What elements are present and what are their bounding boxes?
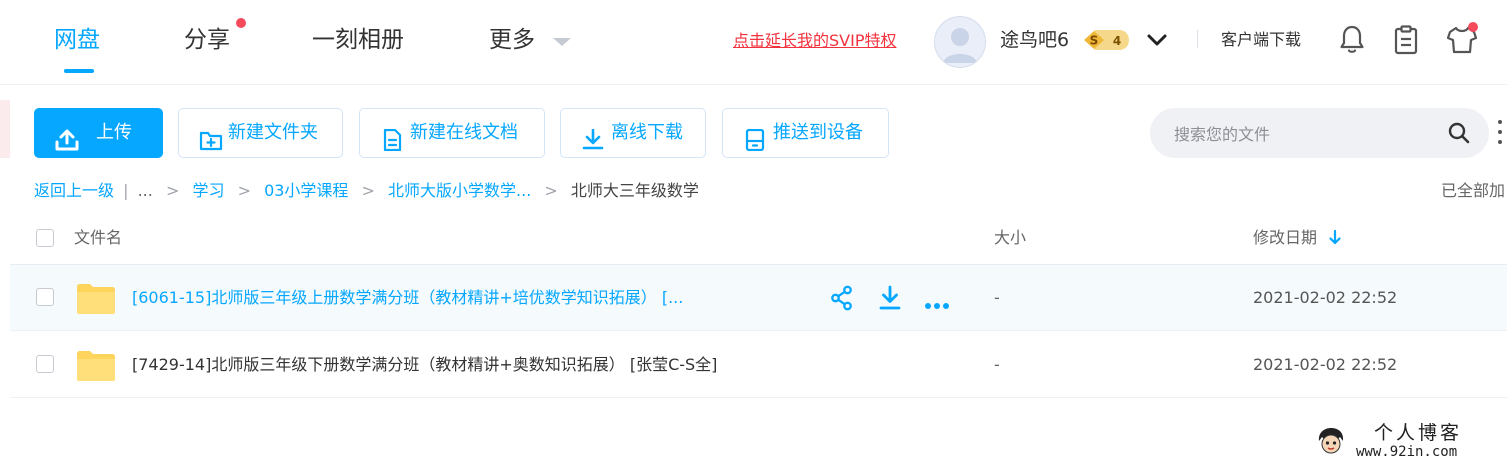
breadcrumb-separator: > — [544, 181, 558, 200]
vip-badge-icon[interactable]: S 4 — [1083, 28, 1133, 56]
breadcrumb-item-primary-course[interactable]: 03小学课程 — [264, 180, 348, 202]
share-icon[interactable] — [830, 285, 854, 315]
download-icon[interactable] — [878, 285, 902, 315]
folder-icon — [76, 348, 116, 386]
file-size: - — [994, 288, 1000, 307]
row-checkbox[interactable] — [36, 288, 54, 306]
skin-notification-dot — [1468, 22, 1478, 32]
file-size: - — [994, 355, 1000, 374]
device-icon — [743, 122, 767, 170]
breadcrumb-separator: > — [165, 181, 180, 200]
more-caret-icon[interactable] — [553, 38, 571, 46]
column-header-date[interactable]: 修改日期 — [1253, 227, 1342, 253]
svip-renew-link[interactable]: 点击延长我的SVIP特权 — [733, 30, 896, 52]
search-icon[interactable] — [1447, 121, 1471, 149]
left-edge-panel — [0, 100, 10, 158]
top-navigation-bar: 网盘 分享 一刻相册 更多 点击延长我的SVIP特权 途鸟吧6 S 4 客户端下… — [0, 0, 1507, 85]
tab-more[interactable]: 更多 — [489, 24, 535, 56]
folder-icon — [76, 281, 116, 319]
upload-icon — [55, 122, 79, 170]
download-icon — [581, 122, 605, 170]
breadcrumb-item-bnu-math[interactable]: 北师大版小学数学... — [388, 180, 531, 202]
breadcrumb-ellipsis[interactable]: ... — [138, 180, 153, 202]
clipboard-icon[interactable] — [1393, 25, 1419, 59]
active-tab-indicator — [64, 69, 94, 73]
watermark-url: www.92in.com — [1356, 444, 1458, 460]
offline-download-button[interactable]: 离线下载 — [560, 108, 706, 158]
watermark-title: 个人博客 — [1374, 422, 1463, 444]
vip-level: 4 — [1113, 34, 1121, 48]
username[interactable]: 途鸟吧6 — [1000, 27, 1069, 53]
chevron-down-icon[interactable] — [1146, 32, 1168, 52]
user-avatar-icon[interactable] — [934, 16, 986, 68]
search-input[interactable] — [1172, 120, 1436, 148]
new-online-doc-button[interactable]: 新建在线文档 — [359, 108, 545, 158]
breadcrumb-current: 北师大三年级数学 — [570, 181, 699, 200]
table-row[interactable]: [6061-15]北师版三年级上册数学满分班（教材精讲+培优数学知识拓展） [.… — [10, 264, 1507, 331]
column-header-date-label: 修改日期 — [1253, 228, 1318, 247]
upload-button-label: 上传 — [96, 122, 132, 143]
file-date: 2021-02-02 22:52 — [1253, 288, 1398, 307]
header-divider — [1197, 30, 1198, 48]
column-header-name[interactable]: 文件名 — [74, 227, 122, 249]
column-header-size[interactable]: 大小 — [994, 227, 1026, 249]
back-to-parent-link[interactable]: 返回上一级 — [34, 180, 114, 202]
folder-plus-icon — [199, 122, 223, 170]
breadcrumb-separator: > — [237, 181, 251, 200]
tab-netdisk[interactable]: 网盘 — [54, 24, 100, 56]
push-to-device-label: 推送到设备 — [773, 122, 863, 143]
file-name[interactable]: [6061-15]北师版三年级上册数学满分班（教材精讲+培优数学知识拓展） [.… — [132, 287, 683, 309]
row-checkbox[interactable] — [36, 355, 54, 373]
tab-moment-album[interactable]: 一刻相册 — [312, 24, 404, 56]
push-to-device-button[interactable]: 推送到设备 — [722, 108, 889, 158]
new-folder-button[interactable]: 新建文件夹 — [178, 108, 343, 158]
watermark-avatar-icon — [1316, 427, 1346, 459]
client-download-link[interactable]: 客户端下载 — [1221, 29, 1301, 51]
more-horizontal-icon[interactable] — [924, 295, 950, 314]
bell-icon[interactable] — [1339, 24, 1365, 58]
more-vertical-icon[interactable] — [1498, 120, 1502, 150]
all-loaded-hint: 已全部加 — [1441, 181, 1506, 200]
vip-badge-letter: S — [1090, 34, 1099, 48]
upload-button[interactable]: 上传 — [34, 108, 163, 158]
document-icon — [380, 122, 404, 170]
file-date: 2021-02-02 22:52 — [1253, 355, 1398, 374]
search-box — [1150, 108, 1489, 158]
table-row[interactable]: [7429-14]北师版三年级下册数学满分班（教材精讲+奥数知识拓展） [张莹C… — [10, 332, 1507, 398]
sort-down-arrow-icon — [1328, 227, 1342, 253]
file-name[interactable]: [7429-14]北师版三年级下册数学满分班（教材精讲+奥数知识拓展） [张莹C… — [132, 354, 717, 376]
select-all-checkbox[interactable] — [36, 229, 54, 247]
breadcrumb-item-study[interactable]: 学习 — [192, 180, 224, 202]
new-online-doc-label: 新建在线文档 — [410, 122, 518, 143]
share-notification-dot — [236, 18, 246, 28]
breadcrumb: 返回上一级 | ... > 学习 > 03小学课程 > 北师大版小学数学... … — [34, 180, 699, 202]
breadcrumb-separator: > — [361, 181, 375, 200]
tab-share[interactable]: 分享 — [184, 24, 230, 56]
offline-download-label: 离线下载 — [611, 122, 683, 143]
breadcrumb-bar: | — [123, 181, 129, 200]
new-folder-label: 新建文件夹 — [228, 122, 318, 143]
